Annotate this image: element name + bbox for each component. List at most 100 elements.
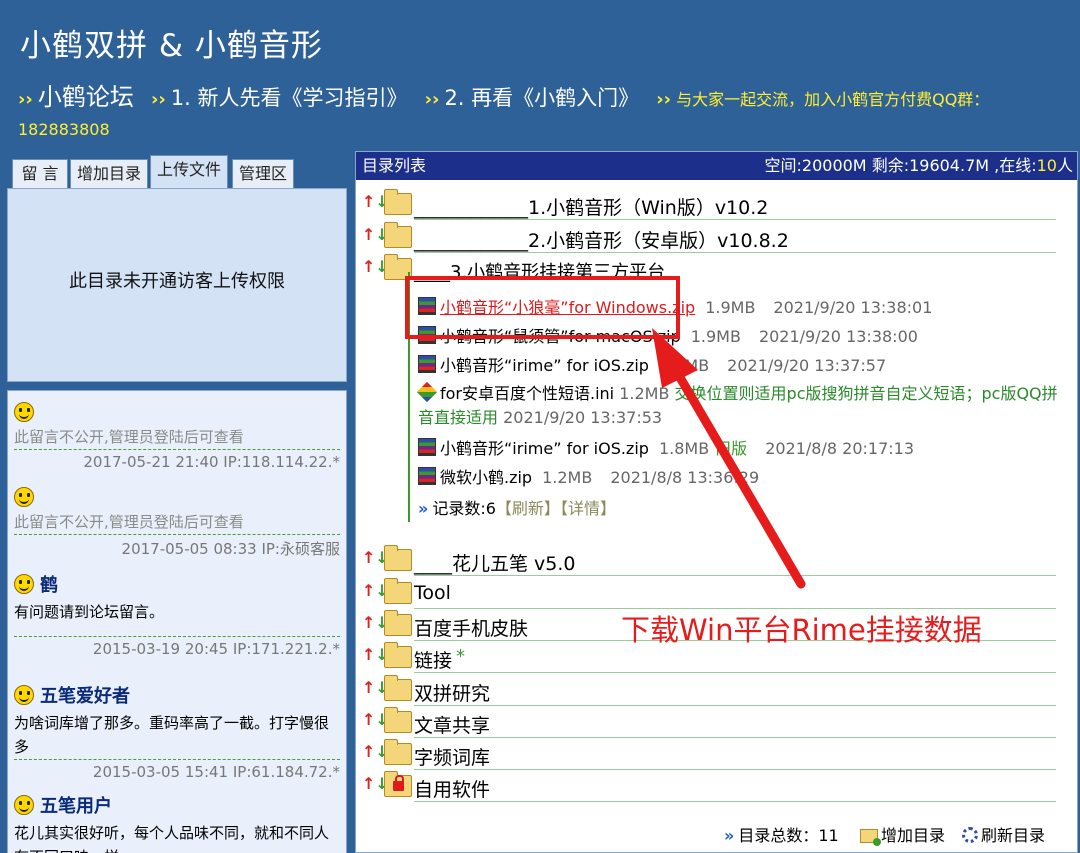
message-item: 此留言不公开,管理员登陆后可查看 2017-05-05 08:33 IP:永硕客…: [14, 486, 340, 559]
message-author: 五笔用户: [40, 796, 112, 817]
folder-row[interactable]: ↑↓ 文章共享: [356, 706, 1056, 738]
tab-message[interactable]: 留 言: [12, 159, 68, 189]
file-name[interactable]: 小鹤音形“irime” for iOS.zip: [440, 356, 649, 375]
message-item: 五笔用户 花儿其实很好听，每个人品味不同，就和不同人有不同口味一样: [14, 792, 340, 853]
refresh-link[interactable]: 【刷新】: [496, 499, 560, 518]
chevron-icon: ››: [424, 89, 440, 110]
folder-icon: [384, 707, 412, 733]
zip-icon: [418, 467, 436, 485]
folder-row[interactable]: ↑↓ ____________2.小鹤音形（安卓版）v10.8.2: [356, 221, 1056, 253]
record-count-label: 记录数:6: [432, 499, 496, 518]
zip-icon: [418, 355, 436, 373]
folder-name[interactable]: 链接: [414, 646, 452, 673]
study-guide-link[interactable]: 1. 新人先看《学习指引》: [171, 86, 408, 110]
file-name[interactable]: 小鹤音形“irime” for iOS.zip: [440, 439, 649, 458]
chevron-icon: ››: [150, 89, 166, 110]
folder-row[interactable]: ↑↓ 自用软件: [356, 770, 1056, 802]
folder-row[interactable]: ↑↓ 字频词库: [356, 738, 1056, 770]
folder-name[interactable]: 自用软件: [414, 775, 490, 802]
message-text: 此留言不公开,管理员登陆后可查看: [14, 425, 340, 450]
folder-icon: [384, 545, 412, 571]
add-directory-label[interactable]: 增加目录: [881, 826, 945, 845]
file-item[interactable]: 微软小鹤.zip 1.2MB 2021/8/8 13:36:29: [418, 464, 759, 488]
tab-admin[interactable]: 管理区: [232, 159, 294, 189]
file-date: 2021/8/8 13:36:29: [610, 468, 760, 487]
upload-permission-message: 此目录未开通访客上传权限: [69, 271, 285, 292]
directory-total-text: 目录总数：11: [738, 826, 839, 845]
file-size: 1.9MB: [658, 356, 710, 375]
chevron-icon: ››: [656, 89, 672, 110]
message-meta: 2017-05-21 21:40 IP:118.114.22.*: [83, 452, 340, 471]
directory-list: 目录列表 空间:20000M 剩余:19604.7M ,在线:10人 ↑↓ __…: [355, 151, 1078, 853]
folder-name[interactable]: ____________1.小鹤音形（Win版）v10.2: [414, 193, 768, 220]
site-title: 小鹤双拼 & 小鹤音形: [20, 28, 323, 64]
directory-footer: » 目录总数：11 增加目录 刷新目录: [356, 810, 1077, 850]
smiley-icon: [14, 795, 34, 815]
chevron-icon: »: [418, 499, 429, 518]
file-item[interactable]: for安卓百度个性短语.ini 1.2MB 交换位置则适用pc版搜狗拼音自定义短…: [416, 381, 1058, 430]
chevron-icon: »: [724, 826, 735, 845]
zip-icon: [418, 438, 436, 456]
folder-name[interactable]: 百度手机皮肤: [414, 614, 528, 641]
folder-row[interactable]: ↑↓ ____________1.小鹤音形（Win版）v10.2: [356, 188, 1056, 220]
message-author: 五笔爱好者: [40, 686, 130, 707]
folder-name[interactable]: 字频词库: [414, 743, 490, 770]
message-item: 此留言不公开,管理员登陆后可查看 2017-05-21 21:40 IP:118…: [14, 401, 340, 471]
folder-icon: [384, 189, 412, 215]
folder-icon: [384, 610, 412, 636]
folder-row[interactable]: ↑↓ Tool: [356, 577, 1056, 609]
file-date: 2021/8/8 20:17:13: [765, 439, 914, 458]
space-stats-text: 空间:20000M 剩余:19604.7M ,在线:: [764, 156, 1037, 175]
lock-icon: [393, 775, 404, 791]
folder-row[interactable]: ↑↓ 双拼研究: [356, 674, 1056, 706]
folder-name[interactable]: ____花儿五笔 v5.0: [414, 549, 576, 576]
site-header: 小鹤双拼 & 小鹤音形 ›› 小鹤论坛 ›› 1. 新人先看《学习指引》 ›› 2. …: [0, 0, 1080, 147]
folder-icon: [384, 642, 412, 668]
record-count: » 记录数:6【刷新】【详情】: [418, 495, 616, 519]
tab-upload-file[interactable]: 上传文件: [150, 155, 228, 189]
directory-title: 目录列表: [362, 156, 427, 175]
file-size: 1.8MB: [658, 439, 710, 458]
file-name[interactable]: 微软小鹤.zip: [440, 468, 532, 487]
left-panel: 留 言 增加目录 上传文件 管理区 此目录未开通访客上传权限 此留言不公开,管理…: [0, 147, 352, 853]
message-item: 鹤 有问题请到论坛留言。 2015-03-19 20:45 IP:171.221…: [14, 571, 340, 658]
folder-icon: [384, 675, 412, 701]
space-stats: 空间:20000M 剩余:19604.7M ,在线:10人: [765, 152, 1073, 180]
smiley-icon: [14, 401, 34, 422]
top-nav: ›› 小鹤论坛 ›› 1. 新人先看《学习指引》 ›› 2. 再看《小鹤入门》 ›› 与…: [18, 82, 1068, 145]
refresh-directory-label[interactable]: 刷新目录: [981, 826, 1045, 845]
detail-link[interactable]: 【详情】: [560, 499, 616, 518]
file-size: 1.2MB: [619, 384, 670, 403]
file-size: 1.2MB: [542, 468, 593, 487]
smiley-icon: [14, 486, 34, 507]
message-board: 此留言不公开,管理员登陆后可查看 2017-05-21 21:40 IP:118…: [7, 390, 347, 853]
online-count: 10: [1036, 156, 1057, 175]
folder-icon: [384, 222, 412, 248]
message-item: 五笔爱好者 为啥词库增了那多。重码率高了一截。打字慢很多 2015-03-05 …: [14, 682, 340, 781]
folder-icon: [384, 739, 412, 765]
folder-name[interactable]: Tool: [414, 582, 451, 604]
directory-header: 目录列表 空间:20000M 剩余:19604.7M ,在线:10人: [356, 152, 1077, 180]
message-author: 鹤: [40, 575, 58, 596]
file-date: 2021/9/20 13:38:00: [758, 327, 918, 346]
forum-link[interactable]: 小鹤论坛: [38, 83, 134, 111]
folder-name[interactable]: 文章共享: [414, 711, 490, 738]
folder-name[interactable]: 双拼研究: [414, 679, 490, 706]
message-meta: 2017-05-05 08:33 IP:永硕客服: [121, 539, 340, 558]
file-size: 1.9MB: [705, 298, 756, 317]
folder-row[interactable]: ↑↓ ____花儿五笔 v5.0: [356, 544, 1056, 576]
new-star-marker: *: [456, 646, 465, 667]
highlight-box: [405, 276, 680, 339]
message-meta: 2015-03-19 20:45 IP:171.221.2.*: [92, 640, 340, 658]
file-name[interactable]: for安卓百度个性短语.ini: [440, 384, 614, 403]
tab-add-directory[interactable]: 增加目录: [70, 159, 148, 189]
intro-link[interactable]: 2. 再看《小鹤入门》: [444, 86, 639, 110]
refresh-directory-button[interactable]: 刷新目录: [962, 822, 1045, 846]
chevron-icon: ››: [18, 89, 33, 110]
add-directory-button[interactable]: 增加目录: [860, 822, 945, 846]
file-item[interactable]: 小鹤音形“irime” for iOS.zip 1.8MB 旧版 2021/8/8 2…: [418, 435, 914, 459]
add-folder-icon: [860, 829, 881, 846]
locked-folder-icon: [384, 771, 412, 797]
file-item[interactable]: 小鹤音形“irime” for iOS.zip 1.9MB 2021/9/20 13…: [418, 352, 886, 376]
folder-name[interactable]: ____________2.小鹤音形（安卓版）v10.8.2: [414, 226, 789, 253]
